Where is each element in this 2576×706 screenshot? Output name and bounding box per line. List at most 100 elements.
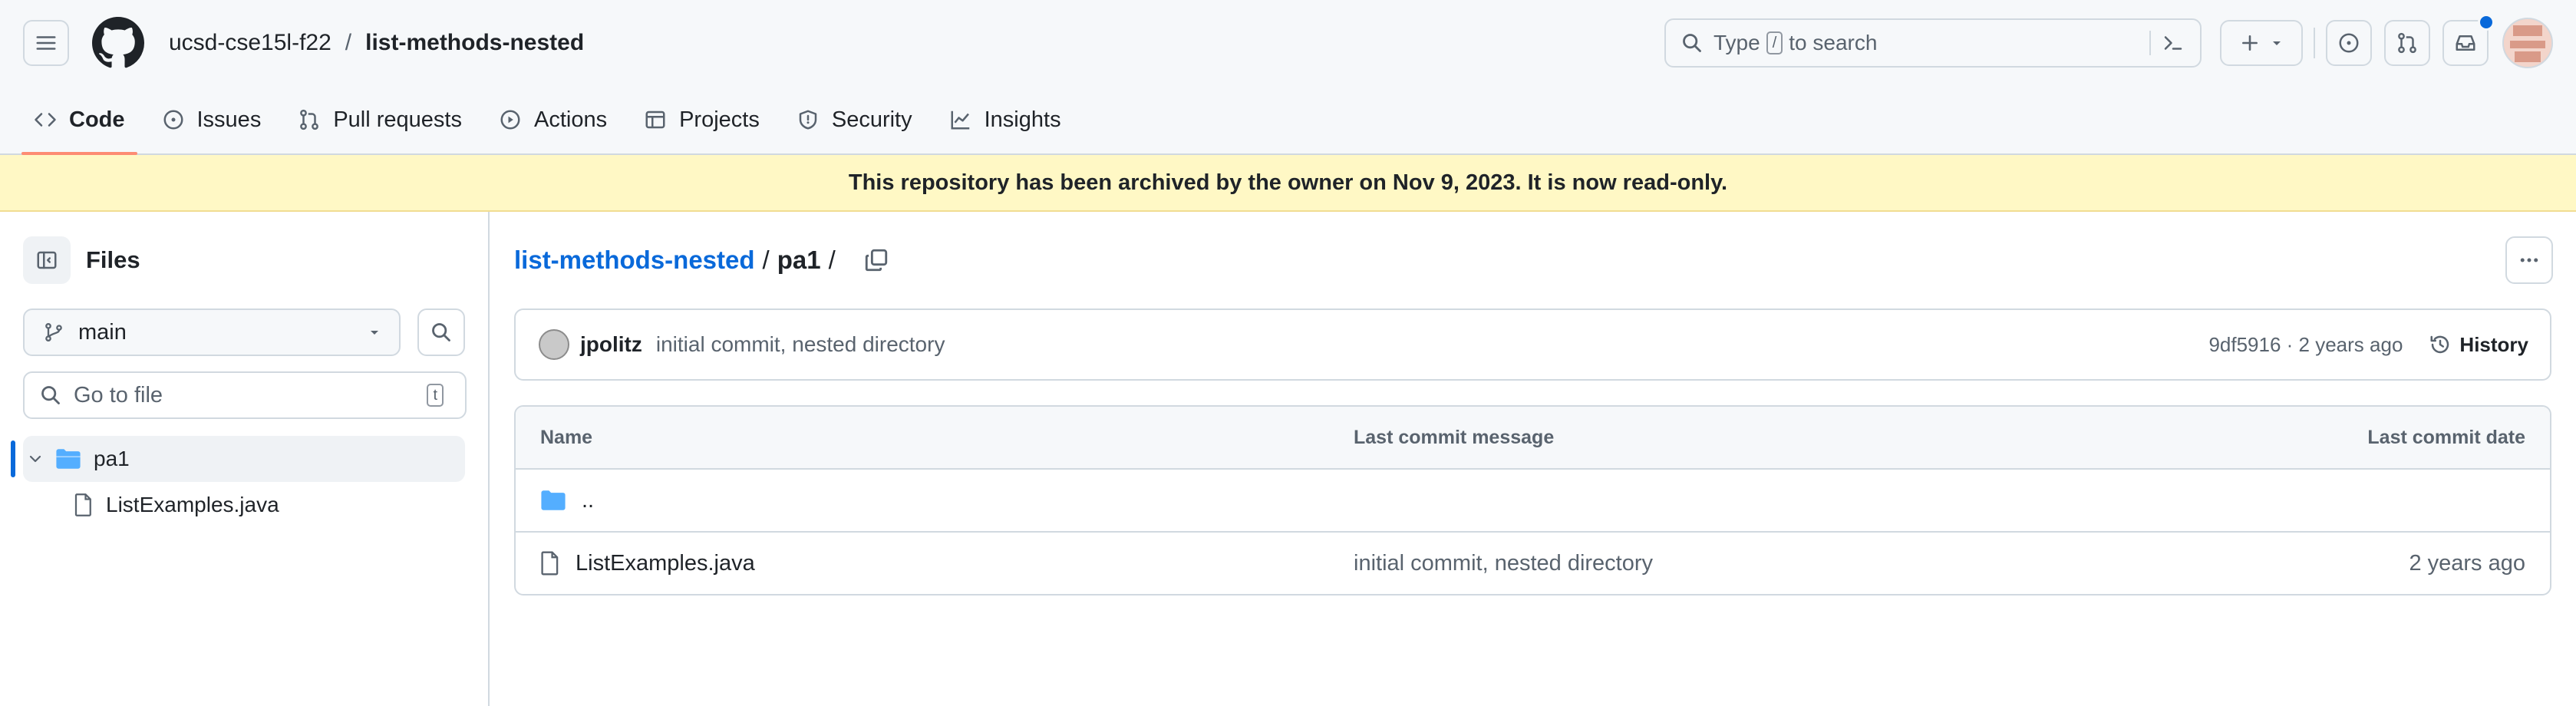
breadcrumb-separator: / (762, 246, 770, 274)
sidebar-header: Files (23, 212, 465, 308)
tab-actions[interactable]: Actions (487, 86, 619, 153)
header-message: Last commit message (1354, 426, 1555, 448)
avatar-identicon-icon (2504, 19, 2551, 67)
code-icon (35, 113, 56, 127)
history-icon (2430, 335, 2449, 354)
latest-commit-bar: jpolitz initial commit, nested directory… (514, 308, 2551, 381)
file-tree: pa1 ListExamples.java (11, 436, 465, 528)
file-table: Name Last commit message Last commit dat… (514, 405, 2551, 595)
tab-pull-requests[interactable]: Pull requests (285, 86, 474, 153)
global-search[interactable]: Type / to search (1664, 18, 2202, 68)
play-icon (500, 110, 520, 130)
file-icon (74, 493, 91, 516)
chevron-down-icon (2273, 41, 2281, 45)
header-name: Name (540, 426, 593, 448)
branch-selector[interactable]: main (23, 308, 401, 356)
issues-shortcut-button[interactable] (2326, 20, 2372, 66)
shield-icon (799, 110, 817, 130)
branch-name: main (78, 319, 127, 345)
go-to-file-shortcut: t (427, 384, 444, 407)
go-to-file-placeholder: Go to file (74, 382, 163, 407)
commit-message[interactable]: initial commit, nested directory (656, 332, 945, 357)
pull-request-icon (2398, 32, 2416, 54)
user-avatar[interactable] (2502, 18, 2553, 68)
search-icon (1683, 34, 1701, 52)
tab-label: Code (69, 107, 125, 132)
owner-link[interactable]: ucsd-cse15l-f22 (169, 30, 331, 56)
search-files-button[interactable] (417, 308, 465, 356)
more-options-button[interactable] (2505, 236, 2553, 284)
notification-dot (2478, 14, 2495, 31)
github-logo-icon[interactable] (92, 17, 144, 69)
history-label: History (2459, 332, 2528, 356)
tab-issues[interactable]: Issues (150, 86, 274, 153)
table-header: Name Last commit message Last commit dat… (516, 407, 2550, 468)
search-shortcut-key: / (1766, 31, 1783, 54)
tab-label: Security (831, 107, 912, 132)
history-link[interactable]: History (2429, 333, 2528, 357)
sidebar-title: Files (86, 246, 140, 273)
row-commit-message[interactable]: initial commit, nested directory (1354, 551, 1653, 576)
menu-button[interactable] (23, 20, 69, 66)
branch-icon (45, 322, 62, 342)
tree-item-pa1[interactable]: pa1 (11, 436, 465, 482)
plus-icon (2242, 35, 2258, 51)
pull-requests-shortcut-button[interactable] (2384, 20, 2430, 66)
folder-icon (541, 490, 566, 510)
graph-icon (951, 111, 969, 130)
tab-code[interactable]: Code (21, 86, 137, 155)
chevron-down-icon[interactable] (26, 450, 45, 468)
archived-banner: This repository has been archived by the… (0, 155, 2576, 212)
copy-icon[interactable] (863, 247, 889, 273)
file-name-link[interactable]: ListExamples.java (576, 551, 755, 576)
author-avatar[interactable] (539, 329, 569, 360)
breadcrumb: list-methods-nested / pa1 / (514, 212, 2553, 308)
tab-label: Projects (679, 107, 760, 132)
row-commit-date: 2 years ago (2409, 550, 2525, 576)
repo-context: ucsd-cse15l-f22 / list-methods-nested (169, 30, 584, 56)
tab-security[interactable]: Security (784, 86, 925, 153)
command-palette-icon[interactable] (2162, 31, 2185, 54)
tab-projects[interactable]: Projects (632, 86, 772, 153)
table-row-parent[interactable]: .. (516, 468, 2550, 531)
collapse-sidebar-button[interactable] (23, 236, 71, 284)
parent-directory-link[interactable]: .. (582, 488, 594, 513)
tab-label: Actions (533, 107, 608, 132)
pull-request-icon (300, 109, 319, 130)
global-header: ucsd-cse15l-f22 / list-methods-nested Ty… (0, 0, 2576, 155)
search-suffix: to search (1789, 31, 1878, 54)
breadcrumb-repo-link[interactable]: list-methods-nested (514, 246, 755, 275)
header-date: Last commit date (2367, 426, 2525, 448)
table-row[interactable]: ListExamples.java initial commit, nested… (516, 531, 2550, 594)
hamburger-icon (36, 36, 56, 50)
create-new-button[interactable] (2220, 20, 2303, 66)
kebab-horizontal-icon (2520, 258, 2538, 262)
file-browser: list-methods-nested / pa1 / jpolitz init… (490, 212, 2576, 706)
issue-icon (2339, 33, 2359, 53)
chevron-down-icon (371, 331, 379, 335)
tab-label: Insights (984, 107, 1061, 132)
sidebar-collapse-icon (37, 251, 57, 269)
search-icon (432, 323, 451, 341)
tree-item-listexamples-java[interactable]: ListExamples.java (23, 482, 465, 528)
tree-item-label: pa1 (94, 447, 130, 470)
commit-meta[interactable]: 9df5916 · 2 years ago (2208, 333, 2403, 357)
folder-open-icon (56, 449, 81, 469)
context-separator: / (345, 30, 352, 55)
file-icon (541, 551, 559, 576)
repo-link[interactable]: list-methods-nested (365, 30, 584, 56)
search-icon (41, 386, 60, 404)
header-top-bar: ucsd-cse15l-f22 / list-methods-nested Ty… (0, 0, 2576, 86)
table-icon (645, 111, 665, 129)
issue-icon (163, 110, 183, 130)
tab-insights[interactable]: Insights (937, 86, 1074, 153)
commit-author[interactable]: jpolitz (580, 332, 642, 357)
search-prefix: Type (1713, 31, 1760, 54)
tab-label: Pull requests (333, 107, 462, 132)
go-to-file-input[interactable]: Go to file t (23, 371, 467, 419)
tree-item-label: ListExamples.java (106, 493, 279, 516)
archived-banner-text: This repository has been archived by the… (848, 170, 1728, 195)
tab-label: Issues (196, 107, 262, 132)
breadcrumb-trailing-separator: / (828, 246, 836, 274)
inbox-icon (2456, 35, 2475, 51)
